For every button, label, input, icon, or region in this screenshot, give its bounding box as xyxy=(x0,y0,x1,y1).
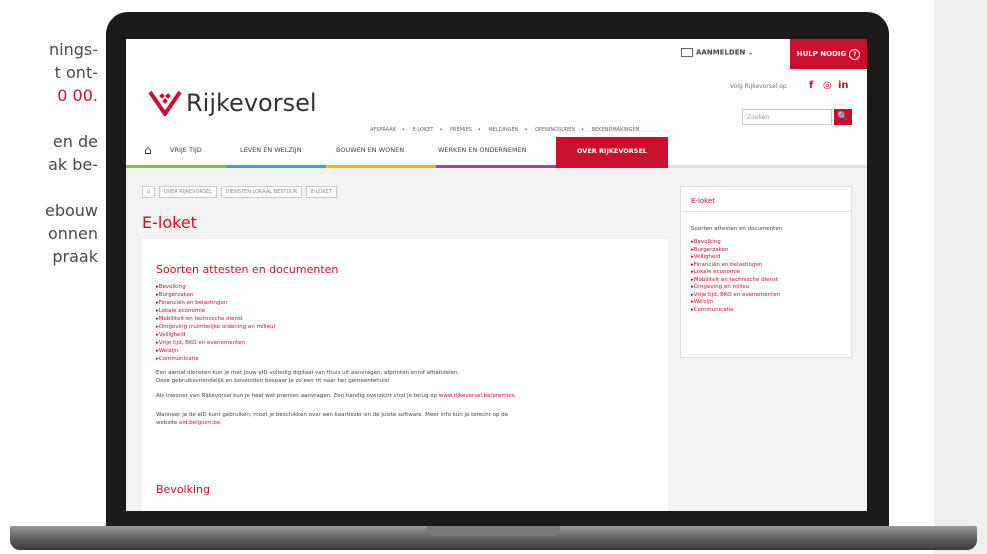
kaartlezer-paragraph: Wanneer je de eID kunt gebruiken, moet j… xyxy=(156,411,656,427)
document-link[interactable]: Mobiliteit en technische dienst xyxy=(156,315,276,323)
document-link[interactable]: Vrije tijd, BKO en evenementen xyxy=(156,339,276,347)
top-bar: AANMELDEN ⌄ HULP NODIG? xyxy=(126,39,867,69)
nav-item-werken-en-ondernemen[interactable]: WERKEN EN ONDERNEMEN xyxy=(438,146,527,154)
premies-paragraph: Als inwoner van Rijkevorsel kun je heel … xyxy=(156,392,656,400)
page-title: E-loket xyxy=(142,213,197,232)
sidebar-list: Bevolking Burgerzaken Veiligheid Financi… xyxy=(691,239,780,314)
search-input[interactable]: Zoeken xyxy=(742,109,832,125)
document-link[interactable]: Communicatie xyxy=(156,355,276,363)
help-button[interactable]: HULP NODIG? xyxy=(790,39,867,69)
left-text-line: ebouw xyxy=(44,201,98,220)
login-icon xyxy=(681,48,693,57)
quicklink[interactable]: OPENINGSUREN xyxy=(535,127,575,133)
search-icon[interactable]: 🔍 xyxy=(834,109,852,125)
sidebar-item[interactable]: Welzijn xyxy=(691,299,780,307)
sidebar-subtitle: Soorten attesten en documenten xyxy=(691,226,783,232)
left-text-line: onnen xyxy=(47,224,98,243)
document-link[interactable]: Welzijn xyxy=(156,347,276,355)
divider xyxy=(681,211,851,212)
sidebar-item[interactable]: Communicatie xyxy=(691,307,780,315)
nav-item-over-rijkevorsel[interactable]: OVER RIJKEVORSEL xyxy=(556,137,668,165)
eid-link[interactable]: eid.belgium.be. xyxy=(179,420,222,426)
sidebar-item[interactable]: Lokale economie xyxy=(691,269,780,277)
quicklink[interactable]: AFSPRAAK xyxy=(370,127,396,133)
breadcrumb-item[interactable]: OVER RIJKEVORSEL xyxy=(158,186,217,198)
site-logo[interactable]: Rijkevorsel xyxy=(148,89,317,117)
document-link[interactable]: Burgerzaken xyxy=(156,291,276,299)
left-text-line: praak xyxy=(52,247,98,266)
login-label: AANMELDEN xyxy=(696,48,746,57)
sidebar-item[interactable]: Vrije tijd, BKO en evenementen xyxy=(691,292,780,300)
site-header: Rijkevorsel Volg Rijkevorsel op f ◎ in A… xyxy=(126,69,867,137)
nav-item-leven-en-welzijn[interactable]: LEVEN EN WELZIJN xyxy=(240,146,302,154)
left-text-phone: 0 00. xyxy=(57,86,98,105)
right-background xyxy=(934,0,987,554)
breadcrumb-item[interactable]: E-LOKET xyxy=(305,186,337,198)
main-content: Soorten attesten en documenten Bevolking… xyxy=(142,239,668,511)
sidebar-title: E-loket xyxy=(691,197,716,205)
laptop-notch xyxy=(427,526,560,536)
document-link[interactable]: Bevolking xyxy=(156,283,276,291)
document-link[interactable]: Lokale economie xyxy=(156,307,276,315)
sidebar-item[interactable]: Mobiliteit en technische dienst xyxy=(691,277,780,285)
breadcrumb-home-icon[interactable]: ⌂ xyxy=(142,186,156,198)
document-list: Bevolking Burgerzaken Financiën en belas… xyxy=(156,283,276,363)
paragraph-line: Deze gebruiksvriendelijk en bovendien be… xyxy=(156,378,390,384)
login-button[interactable]: AANMELDEN ⌄ xyxy=(681,48,754,57)
breadcrumb-item[interactable]: DIENSTEN LOKAAL BESTUUR xyxy=(220,186,303,198)
laptop-screen: AANMELDEN ⌄ HULP NODIG? Rijkevorsel Volg… xyxy=(126,39,867,511)
section-title: Soorten attesten en documenten xyxy=(156,263,339,276)
quicklink[interactable]: PREMIES xyxy=(450,127,472,133)
nav-color-bar xyxy=(126,165,867,168)
quicklink[interactable]: E-LOKET xyxy=(412,127,433,133)
quicklinks: AFSPRAAK • E-LOKET • PREMIES • MELDINGEN • O… xyxy=(370,127,640,133)
left-text-line: t ont- xyxy=(54,63,98,82)
linkedin-icon[interactable]: in xyxy=(838,80,849,91)
sidebar-item[interactable]: Veiligheid xyxy=(691,254,780,262)
follow-text: Volg Rijkevorsel op xyxy=(730,83,787,90)
paragraph-text: website xyxy=(156,420,178,426)
sidebar: E-loket Soorten attesten en documenten B… xyxy=(680,186,852,358)
logo-mark-icon xyxy=(148,90,182,116)
sidebar-item[interactable]: Burgerzaken xyxy=(691,247,780,255)
bevolking-heading: Bevolking xyxy=(156,483,210,496)
document-link[interactable]: Omgeving (ruimtelijke ordening en milieu… xyxy=(156,323,276,331)
home-icon[interactable]: ⌂ xyxy=(144,143,152,157)
document-link[interactable]: Financiën en belastingen xyxy=(156,299,276,307)
premies-link[interactable]: www.rijkevorsel.be/premies. xyxy=(439,393,516,399)
eid-paragraph: Een aantal diensten kun je met Jouw eID … xyxy=(156,369,656,385)
paragraph-line: Wanneer je de eID kunt gebruiken, moet j… xyxy=(156,412,509,418)
facebook-icon[interactable]: f xyxy=(809,80,813,91)
paragraph-text: Als inwoner van Rijkevorsel kun je heel … xyxy=(156,393,438,399)
document-link[interactable]: Veiligheid xyxy=(156,331,276,339)
sidebar-item[interactable]: Financiën en belastingen xyxy=(691,262,780,270)
left-text-line: nings- xyxy=(49,40,98,59)
help-label: HULP NODIG xyxy=(796,50,847,58)
instagram-icon[interactable]: ◎ xyxy=(823,80,832,91)
left-text-column: nings- t ont- 0 00. en de ak be- ebouw o… xyxy=(0,38,98,291)
sidebar-item[interactable]: Omgeving en milieu xyxy=(691,284,780,292)
quicklink[interactable]: BEKENDMAKINGEN xyxy=(592,127,640,133)
nav-item-vrije-tijd[interactable]: VRIJE TIJD xyxy=(170,146,202,154)
breadcrumb: ⌂ OVER RIJKEVORSEL DIENSTEN LOKAAL BESTU… xyxy=(142,186,339,198)
sidebar-item[interactable]: Bevolking xyxy=(691,239,780,247)
left-text-line: en de xyxy=(52,132,98,151)
logo-text: Rijkevorsel xyxy=(186,89,317,117)
help-icon: ? xyxy=(849,49,861,60)
paragraph-line: Een aantal diensten kun je met Jouw eID … xyxy=(156,370,460,376)
main-nav: ⌂ VRIJE TIJD LEVEN EN WELZIJN BOUWEN EN … xyxy=(126,137,867,168)
quicklink[interactable]: MELDINGEN xyxy=(488,127,518,133)
nav-item-bouwen-en-wonen[interactable]: BOUWEN EN WONEN xyxy=(336,146,404,154)
left-text-line: ak be- xyxy=(48,155,98,174)
